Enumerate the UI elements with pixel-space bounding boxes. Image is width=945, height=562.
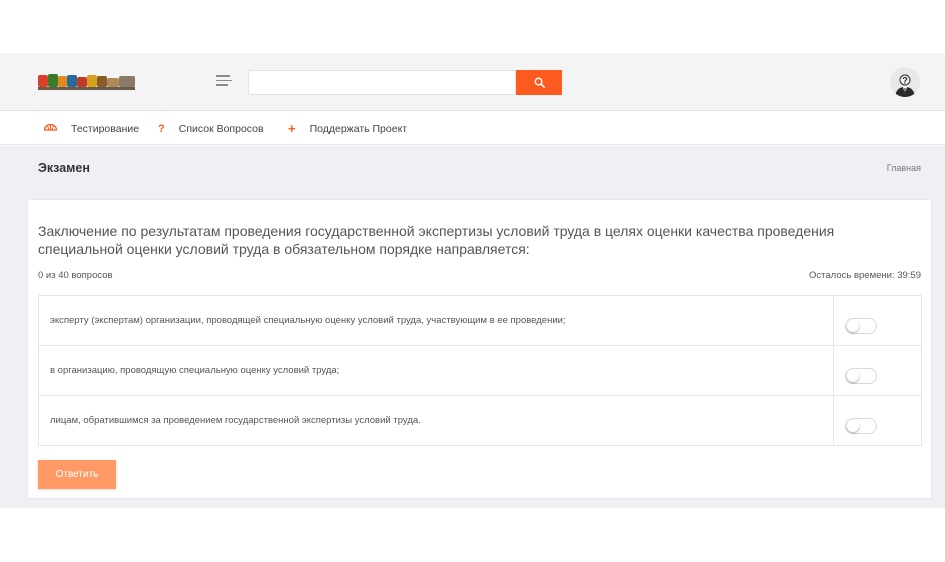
user-avatar[interactable]: ? (890, 67, 920, 97)
time-remaining: Осталось времени: 39:59 (809, 270, 921, 281)
answer-divider (833, 296, 834, 345)
answer-row[interactable]: эксперту (экспертам) организации, провод… (39, 296, 921, 346)
top-header: ? (0, 53, 945, 111)
answer-toggle[interactable] (845, 368, 877, 384)
site-logo[interactable] (38, 70, 138, 92)
answer-text: в организацию, проводящую специальную оц… (50, 365, 340, 376)
search-input[interactable] (248, 70, 516, 95)
answer-text: лицам, обратившимся за проведением госуд… (50, 415, 421, 426)
answer-list: эксперту (экспертам) организации, провод… (38, 295, 922, 446)
page-title: Экзамен (38, 161, 90, 175)
submit-answer-button[interactable]: Ответить (38, 460, 116, 489)
question-mark-icon: ? (158, 122, 165, 135)
nav-label-support: Поддержать Проект (309, 122, 408, 135)
umbrella-icon (44, 123, 57, 134)
nav-label-questions: Список Вопросов (178, 122, 264, 135)
nav-item-testing[interactable]: Тестирование (44, 112, 139, 145)
answer-toggle[interactable] (845, 418, 877, 434)
question-text: Заключение по результатам проведения гос… (38, 223, 835, 257)
search-button[interactable] (516, 70, 562, 95)
nav-label-testing: Тестирование (71, 122, 140, 135)
nav-item-support[interactable]: + Поддержать Проект (288, 112, 407, 145)
nav-item-questions[interactable]: ? Список Вопросов (158, 112, 264, 145)
plus-icon: + (288, 121, 296, 136)
svg-text:?: ? (902, 76, 908, 86)
breadcrumb-home[interactable]: Главная (887, 163, 921, 173)
answer-text: эксперту (экспертам) организации, провод… (50, 315, 566, 326)
answer-toggle[interactable] (845, 318, 877, 334)
main-nav: Тестирование ? Список Вопросов + Поддерж… (0, 112, 945, 145)
hamburger-icon[interactable] (216, 75, 232, 89)
answer-divider (833, 346, 834, 395)
answer-row[interactable]: в организацию, проводящую специальную оц… (39, 346, 921, 396)
search-icon (534, 77, 545, 88)
answer-row[interactable]: лицам, обратившимся за проведением госуд… (39, 396, 921, 445)
question-progress: 0 из 40 вопросов (38, 270, 113, 281)
answer-divider (833, 396, 834, 445)
